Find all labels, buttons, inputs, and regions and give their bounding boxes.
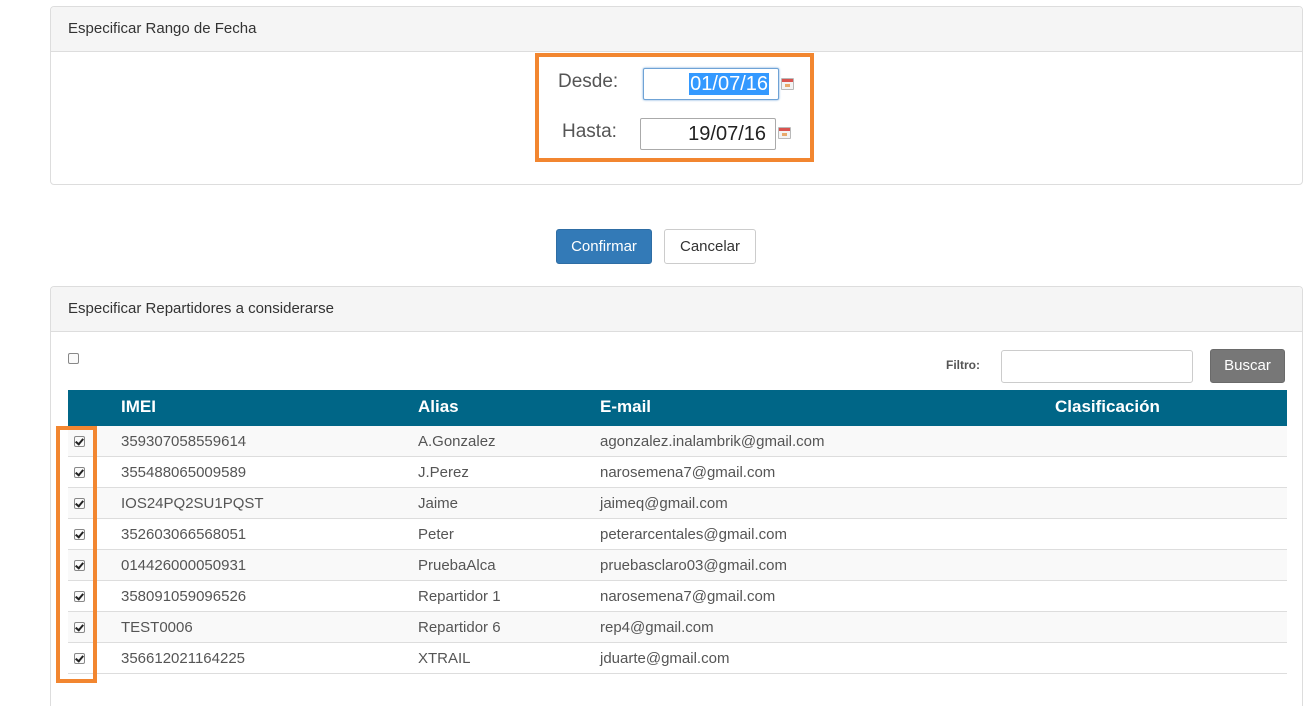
row-imei: 352603066568051: [121, 526, 247, 543]
row-checkbox[interactable]: [74, 591, 85, 602]
row-checkbox[interactable]: [74, 529, 85, 540]
row-email: narosemena7@gmail.com: [600, 588, 776, 605]
calendar-icon[interactable]: [781, 78, 794, 90]
row-email: jduarte@gmail.com: [600, 650, 730, 667]
table-row[interactable]: IOS24PQ2SU1PQST Jaime jaimeq@gmail.com: [68, 488, 1287, 519]
search-button[interactable]: Buscar: [1210, 349, 1285, 383]
table-row[interactable]: TEST0006 Repartidor 6 rep4@gmail.com: [68, 612, 1287, 643]
row-imei: 359307058559614: [121, 433, 247, 450]
row-alias: Repartidor 1: [418, 588, 501, 605]
cancel-button[interactable]: Cancelar: [664, 229, 756, 264]
table-row[interactable]: 014426000050931 PruebaAlca pruebasclaro0…: [68, 550, 1287, 581]
table-row[interactable]: 356612021164225 XTRAIL jduarte@gmail.com: [68, 643, 1287, 674]
filter-label: Filtro:: [946, 358, 980, 372]
confirm-button[interactable]: Confirmar: [556, 229, 652, 264]
desde-date-input[interactable]: 01/07/16: [643, 68, 779, 100]
row-email: agonzalez.inalambrik@gmail.com: [600, 433, 825, 450]
row-email: pruebasclaro03@gmail.com: [600, 557, 787, 574]
row-imei: TEST0006: [121, 619, 193, 636]
row-imei: 358091059096526: [121, 588, 247, 605]
hasta-date-input[interactable]: 19/07/16: [640, 118, 776, 150]
repartidores-panel-title: Especificar Repartidores a considerarse: [51, 287, 1302, 332]
row-checkbox[interactable]: [74, 467, 85, 478]
row-alias: J.Perez: [418, 464, 469, 481]
table-header: IMEI Alias E-mail Clasificación: [68, 390, 1287, 426]
table-row[interactable]: 352603066568051 Peter peterarcentales@gm…: [68, 519, 1287, 550]
row-alias: XTRAIL: [418, 650, 471, 667]
row-alias: Jaime: [418, 495, 459, 512]
row-alias: A.Gonzalez: [418, 433, 496, 450]
desde-label: Desde:: [558, 71, 619, 92]
row-email: jaimeq@gmail.com: [600, 495, 728, 512]
table-row[interactable]: 358091059096526 Repartidor 1 narosemena7…: [68, 581, 1287, 612]
row-alias: Repartidor 6: [418, 619, 501, 636]
row-email: rep4@gmail.com: [600, 619, 714, 636]
row-alias: Peter: [418, 526, 454, 543]
date-range-panel-title: Especificar Rango de Fecha: [51, 7, 1302, 52]
row-imei: 014426000050931: [121, 557, 247, 574]
row-checkbox[interactable]: [74, 653, 85, 664]
table-row[interactable]: 355488065009589 J.Perez narosemena7@gmai…: [68, 457, 1287, 488]
calendar-icon[interactable]: [778, 127, 791, 139]
row-email: peterarcentales@gmail.com: [600, 526, 787, 543]
column-header-email[interactable]: E-mail: [600, 390, 651, 424]
table-row[interactable]: 359307058559614 A.Gonzalez agonzalez.ina…: [68, 426, 1287, 457]
row-checkbox[interactable]: [74, 436, 85, 447]
row-checkbox[interactable]: [74, 622, 85, 633]
column-header-clasificacion[interactable]: Clasificación: [1055, 390, 1160, 424]
select-all-checkbox[interactable]: [68, 353, 79, 364]
row-alias: PruebaAlca: [418, 557, 496, 574]
row-imei: 356612021164225: [121, 650, 246, 667]
row-email: narosemena7@gmail.com: [600, 464, 776, 481]
desde-date-value: 01/07/16: [689, 73, 769, 95]
row-imei: IOS24PQ2SU1PQST: [121, 495, 264, 512]
row-checkbox[interactable]: [74, 560, 85, 571]
hasta-label: Hasta:: [562, 121, 617, 142]
row-checkbox[interactable]: [74, 498, 85, 509]
hasta-date-value: 19/07/16: [688, 123, 766, 145]
row-imei: 355488065009589: [121, 464, 247, 481]
filter-input[interactable]: [1001, 350, 1193, 383]
column-header-alias[interactable]: Alias: [418, 390, 459, 424]
column-header-imei[interactable]: IMEI: [121, 390, 156, 424]
